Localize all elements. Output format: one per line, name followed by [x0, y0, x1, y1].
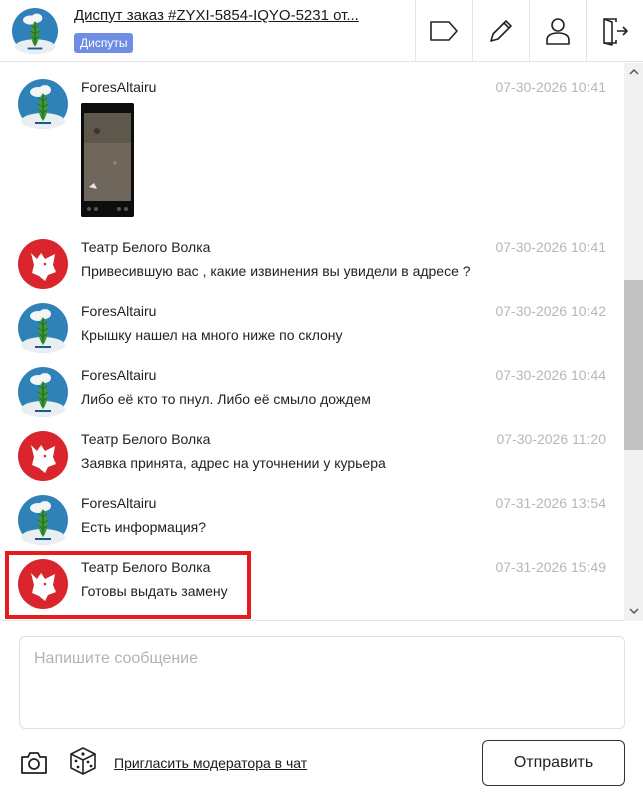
highlight-box: [5, 551, 251, 619]
pencil-icon: [490, 20, 512, 42]
dice-button[interactable]: [68, 746, 98, 776]
message-time: 07-31-2026 13:54: [495, 495, 606, 511]
message-item: ForesAltairu 07-30-2026 10:41: [0, 79, 625, 219]
chevron-up-icon: [628, 68, 639, 75]
tag-icon: [430, 21, 458, 41]
message-time: 07-30-2026 11:20: [496, 431, 607, 447]
message-item: Театр Белого Волка 07-30-2026 11:20 Заяв…: [0, 431, 625, 481]
photo-thumbnail[interactable]: [81, 103, 134, 217]
scroll-up-button[interactable]: [624, 63, 643, 80]
category-badge: Диспуты: [74, 33, 134, 53]
message-item: ForesAltairu 07-31-2026 13:54 Есть инфор…: [0, 495, 625, 545]
leave-button[interactable]: [586, 0, 643, 62]
message-author[interactable]: Театр Белого Волка: [81, 239, 210, 255]
message-item: ForesAltairu 07-30-2026 10:44 Либо её кт…: [0, 367, 625, 417]
message-author[interactable]: ForesAltairu: [81, 367, 156, 383]
message-author[interactable]: ForesAltairu: [81, 303, 156, 319]
message-text: Либо её кто то пнул. Либо её смыло дожде…: [81, 391, 371, 407]
camera-icon: [21, 752, 47, 774]
message-time: 07-30-2026 10:41: [495, 79, 606, 95]
chat-avatar: [12, 8, 58, 54]
message-author[interactable]: Театр Белого Волка: [81, 431, 210, 447]
message-time: 07-30-2026 10:41: [495, 239, 606, 255]
message-input[interactable]: [20, 637, 624, 728]
message-author[interactable]: ForesAltairu: [81, 495, 156, 511]
chevron-down-icon: [628, 608, 639, 615]
message-time: 07-31-2026 15:49: [495, 559, 606, 575]
exit-door-icon: [603, 18, 628, 46]
message-composer: [19, 636, 625, 729]
wolf-avatar[interactable]: [18, 239, 68, 289]
message-item: Театр Белого Волка 07-30-2026 10:41 Прив…: [0, 239, 625, 289]
message-time: 07-30-2026 10:42: [495, 303, 606, 319]
message-author[interactable]: ForesAltairu: [81, 79, 156, 95]
scrollbar-thumb[interactable]: [624, 280, 643, 450]
tag-button[interactable]: [415, 0, 472, 62]
edit-button[interactable]: [472, 0, 529, 62]
send-button[interactable]: Отправить: [482, 740, 625, 786]
forest-avatar[interactable]: [18, 495, 68, 545]
message-text: Заявка принята, адрес на уточнении у кур…: [81, 455, 386, 471]
message-item: ForesAltairu 07-30-2026 10:42 Крышку наш…: [0, 303, 625, 353]
invite-moderator-link[interactable]: Пригласить модератора в чат: [114, 755, 307, 771]
wolf-avatar[interactable]: [18, 431, 68, 481]
camera-button[interactable]: [19, 748, 49, 778]
message-text: Крышку нашел на много ниже по склону: [81, 327, 343, 343]
user-button[interactable]: [529, 0, 586, 62]
chat-title[interactable]: Диспут заказ #ZYXI-5854-IQYO-5231 от...: [74, 7, 364, 24]
forest-avatar[interactable]: [18, 367, 68, 417]
forest-avatar[interactable]: [18, 79, 68, 129]
message-time: 07-30-2026 10:44: [495, 367, 606, 383]
user-icon: [546, 18, 570, 45]
message-list[interactable]: ForesAltairu 07-30-2026 10:41 Театр Бело…: [0, 63, 643, 621]
chat-header: Диспут заказ #ZYXI-5854-IQYO-5231 от... …: [0, 0, 643, 62]
forest-avatar[interactable]: [18, 303, 68, 353]
dice-icon: [70, 747, 96, 775]
photo-image: [81, 103, 134, 217]
scroll-down-button[interactable]: [624, 603, 643, 620]
message-text: Есть информация?: [81, 519, 207, 535]
message-text: Привесившую вас , какие извинения вы уви…: [81, 263, 471, 279]
